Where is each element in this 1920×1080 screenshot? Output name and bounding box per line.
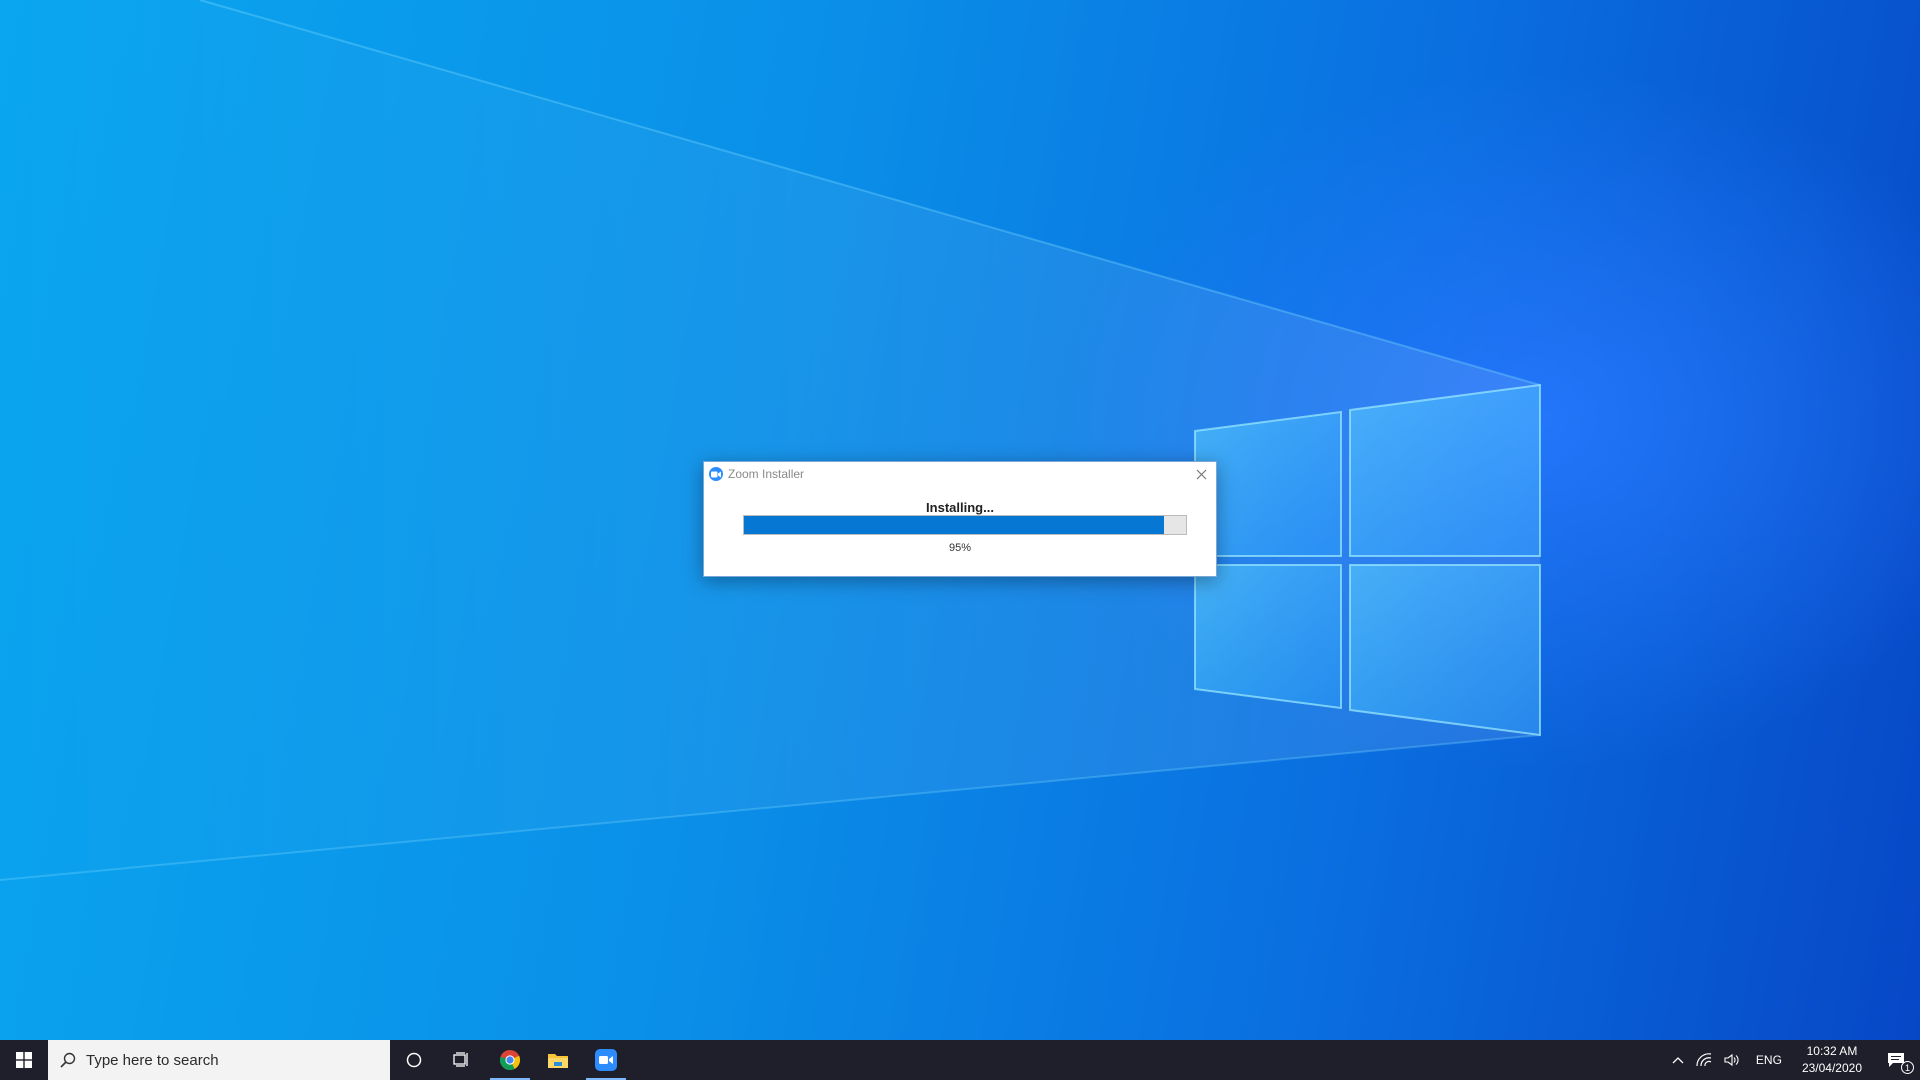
zoom-icon	[595, 1049, 617, 1071]
taskbar-file-explorer[interactable]	[534, 1040, 582, 1080]
task-view-icon	[453, 1052, 468, 1067]
dialog-title: Zoom Installer	[728, 467, 805, 481]
progress-percent: 95%	[948, 542, 972, 554]
taskbar: Type here to search ENG 10:32 AM 23/04/2…	[0, 1040, 1920, 1080]
input-language[interactable]: ENG	[1746, 1053, 1792, 1067]
taskbar-clock[interactable]: 10:32 AM 23/04/2020	[1792, 1043, 1872, 1077]
system-tray: ENG 10:32 AM 23/04/2020 1	[1666, 1040, 1920, 1080]
taskbar-chrome[interactable]	[486, 1040, 534, 1080]
show-hidden-icons-button[interactable]	[1666, 1040, 1690, 1080]
search-placeholder: Type here to search	[86, 1051, 219, 1069]
speaker-icon	[1724, 1053, 1739, 1067]
volume-button[interactable]	[1718, 1040, 1746, 1080]
start-button[interactable]	[0, 1040, 48, 1080]
cortana-button[interactable]	[390, 1040, 438, 1080]
network-button[interactable]	[1690, 1040, 1718, 1080]
desktop-background: Zoom Installer Installing... 95%	[0, 0, 1920, 1040]
clock-date: 23/04/2020	[1801, 1061, 1862, 1075]
chrome-icon	[499, 1050, 521, 1071]
taskbar-zoom[interactable]	[582, 1040, 630, 1080]
install-status-text: Installing...	[926, 500, 994, 515]
chevron-up-icon	[1672, 1057, 1684, 1064]
dialog-titlebar[interactable]: Zoom Installer	[704, 462, 1216, 486]
task-view-button[interactable]	[438, 1040, 486, 1080]
search-icon	[60, 1052, 76, 1068]
zoom-icon	[709, 467, 723, 481]
wifi-icon	[1696, 1053, 1712, 1067]
close-button[interactable]	[1186, 462, 1216, 486]
clock-time: 10:32 AM	[1806, 1044, 1858, 1058]
taskbar-search-box[interactable]: Type here to search	[48, 1040, 390, 1080]
circle-icon	[406, 1052, 422, 1068]
install-progress-bar	[743, 515, 1187, 535]
close-icon	[1196, 469, 1206, 479]
action-center-button[interactable]: 1	[1872, 1040, 1920, 1080]
zoom-installer-dialog: Zoom Installer Installing... 95%	[703, 461, 1217, 577]
folder-icon	[548, 1054, 568, 1068]
progress-fill	[744, 516, 1164, 534]
notification-count-badge: 1	[1901, 1061, 1914, 1074]
windows-logo-icon	[16, 1052, 32, 1068]
